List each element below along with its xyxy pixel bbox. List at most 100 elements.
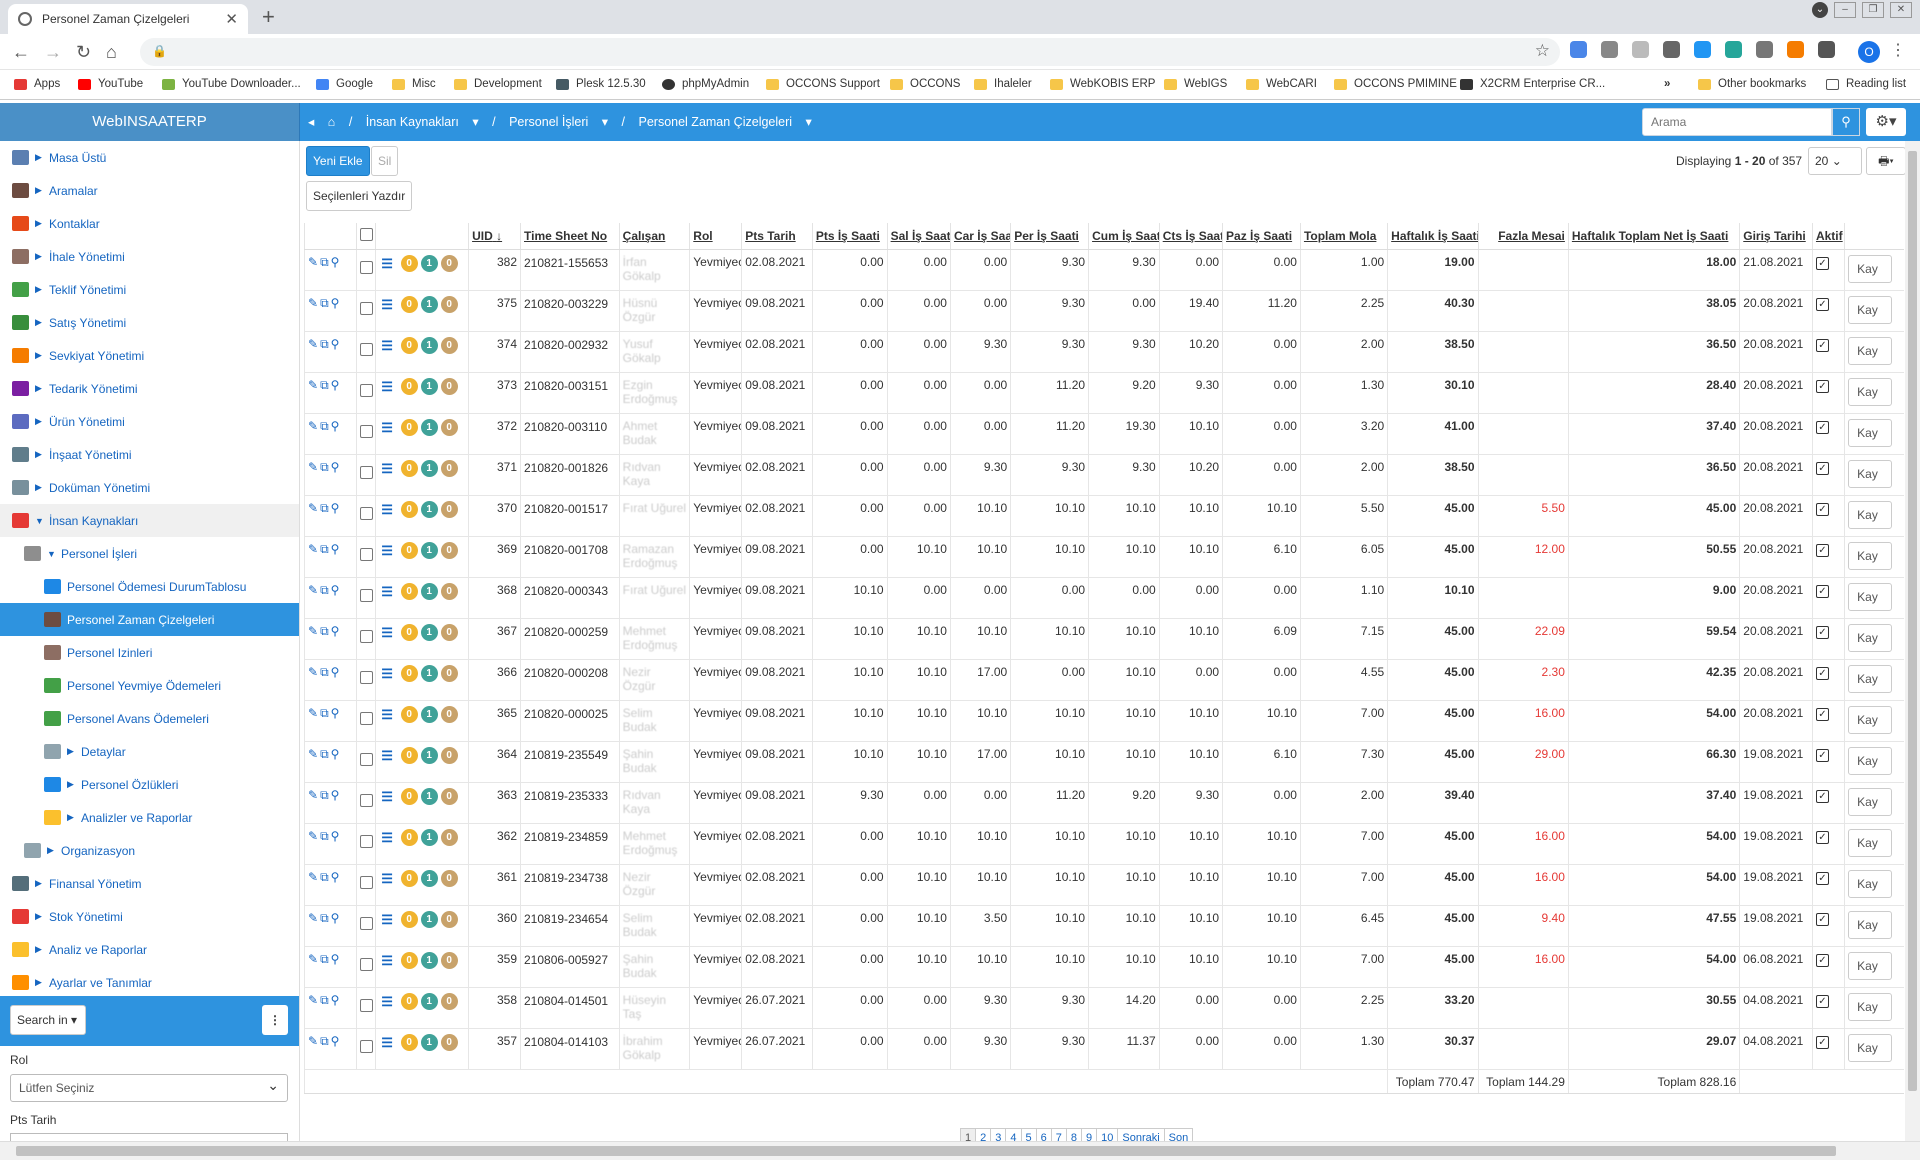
- sidebar-item-16[interactable]: Personel Izinleri: [0, 636, 299, 669]
- delete-button[interactable]: Sil: [371, 146, 399, 176]
- badge-count[interactable]: 0: [440, 500, 458, 518]
- list-icon[interactable]: ☰: [379, 419, 396, 436]
- bookmark-misc[interactable]: Misc: [392, 78, 436, 90]
- badge-count[interactable]: 0: [440, 377, 458, 395]
- col-rol[interactable]: Rol: [689, 223, 742, 250]
- view-icon[interactable]: ⚲: [331, 993, 340, 1007]
- page-size-select[interactable]: 20 ⌄: [1808, 147, 1862, 175]
- badge-count[interactable]: 0: [400, 705, 418, 723]
- copy-icon[interactable]: ⧉: [320, 624, 329, 639]
- copy-icon[interactable]: ⧉: [320, 255, 329, 270]
- edit-icon[interactable]: ✎: [308, 747, 318, 761]
- list-icon[interactable]: ☰: [379, 583, 396, 600]
- badge-count[interactable]: 1: [420, 459, 438, 477]
- table-row[interactable]: ✎ ⧉ ⚲ ☰ 0 1 0 363 210819-235333 Rıdvan Kaya Yevmiy…: [304, 782, 1904, 824]
- badge-count[interactable]: 1: [420, 992, 438, 1010]
- aktif-checkbox[interactable]: ✓: [1815, 297, 1829, 311]
- edit-icon[interactable]: ✎: [308, 378, 318, 392]
- copy-icon[interactable]: ⧉: [320, 296, 329, 311]
- view-icon[interactable]: ⚲: [331, 665, 340, 679]
- edit-icon[interactable]: ✎: [308, 665, 318, 679]
- badge-count[interactable]: 1: [420, 664, 438, 682]
- table-row[interactable]: ✎ ⧉ ⚲ ☰ 0 1 0 360 210819-234654 Selim Budak Yevmiy…: [304, 905, 1904, 947]
- bookmark-phpmyadmin[interactable]: phpMyAdmin: [662, 78, 749, 90]
- badge-count[interactable]: 0: [440, 705, 458, 723]
- badge-count[interactable]: 1: [420, 377, 438, 395]
- bookmark-google[interactable]: Google: [316, 78, 373, 90]
- table-row[interactable]: ✎ ⧉ ⚲ ☰ 0 1 0 373 210820-003151 Ezgin Erdoğmuş Yev…: [304, 372, 1904, 414]
- badge-count[interactable]: 0: [440, 992, 458, 1010]
- row-checkbox[interactable]: [359, 834, 373, 848]
- save-button[interactable]: Kay: [1848, 664, 1893, 693]
- translate-extension-icon[interactable]: [1570, 41, 1587, 58]
- row-checkbox[interactable]: [359, 916, 373, 930]
- breadcrumb-zaman-cizelgeleri[interactable]: Personel Zaman Çizelgeleri ▾: [639, 115, 812, 129]
- caret-right-icon[interactable]: ▶: [35, 383, 43, 394]
- copy-icon[interactable]: ⧉: [320, 583, 329, 598]
- row-checkbox[interactable]: [359, 506, 373, 520]
- table-row[interactable]: ✎ ⧉ ⚲ ☰ 0 1 0 359 210806-005927 Şahin Budak Yevmiy…: [304, 946, 1904, 988]
- table-row[interactable]: ✎ ⧉ ⚲ ☰ 0 1 0 365 210820-000025 Selim Budak Yevmiy…: [304, 700, 1904, 742]
- caret-right-icon[interactable]: ▶: [35, 218, 43, 229]
- sidebar-item-22[interactable]: ▶ Organizasyon: [0, 834, 299, 867]
- edit-icon[interactable]: ✎: [308, 501, 318, 515]
- badge-count[interactable]: 1: [420, 336, 438, 354]
- bookmark-plesk[interactable]: Plesk 12.5.30: [556, 78, 646, 90]
- row-checkbox[interactable]: [359, 301, 373, 315]
- w-extension-icon[interactable]: [1632, 41, 1649, 58]
- sidebar-item-3[interactable]: ▶ Kontaklar: [0, 207, 299, 240]
- view-icon[interactable]: ⚲: [331, 337, 340, 351]
- badge-count[interactable]: 0: [440, 910, 458, 928]
- edit-icon[interactable]: ✎: [308, 337, 318, 351]
- edit-icon[interactable]: ✎: [308, 829, 318, 843]
- breadcrumb-insan-kaynaklari[interactable]: İnsan Kaynakları ▾: [366, 115, 479, 129]
- caret-right-icon[interactable]: ▶: [35, 251, 43, 262]
- caret-right-icon[interactable]: ▶: [67, 812, 75, 823]
- badge-count[interactable]: 0: [400, 377, 418, 395]
- bookmark-reading-list[interactable]: Reading list: [1826, 78, 1906, 90]
- row-checkbox[interactable]: [359, 875, 373, 889]
- restore-icon[interactable]: ❐: [1862, 2, 1884, 18]
- list-icon[interactable]: ☰: [379, 501, 396, 518]
- table-row[interactable]: ✎ ⧉ ⚲ ☰ 0 1 0 371 210820-001826 Rıdvan Kaya Yevmiy…: [304, 454, 1904, 496]
- bookmark-development[interactable]: Development: [454, 78, 542, 90]
- col-sal-is-saati[interactable]: Sal İş Saati: [886, 223, 951, 250]
- aktif-checkbox[interactable]: ✓: [1815, 584, 1829, 598]
- copy-icon[interactable]: ⧉: [320, 993, 329, 1008]
- copy-icon[interactable]: ⧉: [320, 665, 329, 680]
- row-checkbox[interactable]: [359, 793, 373, 807]
- col-pts-tarih[interactable]: Pts Tarih: [741, 223, 813, 250]
- close-tab-icon[interactable]: ✕: [225, 10, 238, 28]
- export-button[interactable]: 🖶▾: [1866, 147, 1906, 175]
- bookmark-webcari[interactable]: WebCARI: [1246, 78, 1317, 90]
- badge-count[interactable]: 0: [400, 910, 418, 928]
- save-button[interactable]: Kay: [1848, 377, 1893, 406]
- rol-select[interactable]: Lütfen Seçiniz: [10, 1074, 288, 1102]
- recycle-extension-icon[interactable]: [1601, 41, 1618, 58]
- table-row[interactable]: ✎ ⧉ ⚲ ☰ 0 1 0 374 210820-002932 Yusuf Gökalp Yevmi…: [304, 331, 1904, 373]
- table-row[interactable]: ✎ ⧉ ⚲ ☰ 0 1 0 358 210804-014501 Hüseyin Taş Yevmiy…: [304, 987, 1904, 1029]
- save-button[interactable]: Kay: [1848, 295, 1893, 324]
- copy-icon[interactable]: ⧉: [320, 542, 329, 557]
- col-paz-is-saati[interactable]: Paz İş Saati: [1222, 223, 1301, 250]
- badge-count[interactable]: 1: [420, 828, 438, 846]
- caret-right-icon[interactable]: ▶: [35, 878, 43, 889]
- sidebar-item-13[interactable]: ▼ Personel İşleri: [0, 537, 299, 570]
- aktif-checkbox[interactable]: ✓: [1815, 1035, 1829, 1049]
- save-button[interactable]: Kay: [1848, 582, 1893, 611]
- bookmark-occons-pmimine[interactable]: OCCONS PMIMINE: [1334, 78, 1457, 90]
- badge-count[interactable]: 0: [440, 582, 458, 600]
- save-button[interactable]: Kay: [1848, 705, 1893, 734]
- settings-button[interactable]: ⚙▾: [1866, 108, 1906, 136]
- col-aktif[interactable]: Aktif: [1811, 223, 1845, 250]
- badge-count[interactable]: 0: [400, 336, 418, 354]
- view-icon[interactable]: ⚲: [331, 952, 340, 966]
- table-row[interactable]: ✎ ⧉ ⚲ ☰ 0 1 0 367 210820-000259 Mehmet Erdoğmuş Ye…: [304, 618, 1904, 660]
- badge-count[interactable]: 0: [440, 623, 458, 641]
- orange-extension-icon[interactable]: [1787, 41, 1804, 58]
- caret-right-icon[interactable]: ▶: [35, 449, 43, 460]
- view-icon[interactable]: ⚲: [331, 255, 340, 269]
- copy-icon[interactable]: ⧉: [320, 337, 329, 352]
- view-icon[interactable]: ⚲: [331, 378, 340, 392]
- caret-down-icon[interactable]: ▼: [47, 549, 56, 559]
